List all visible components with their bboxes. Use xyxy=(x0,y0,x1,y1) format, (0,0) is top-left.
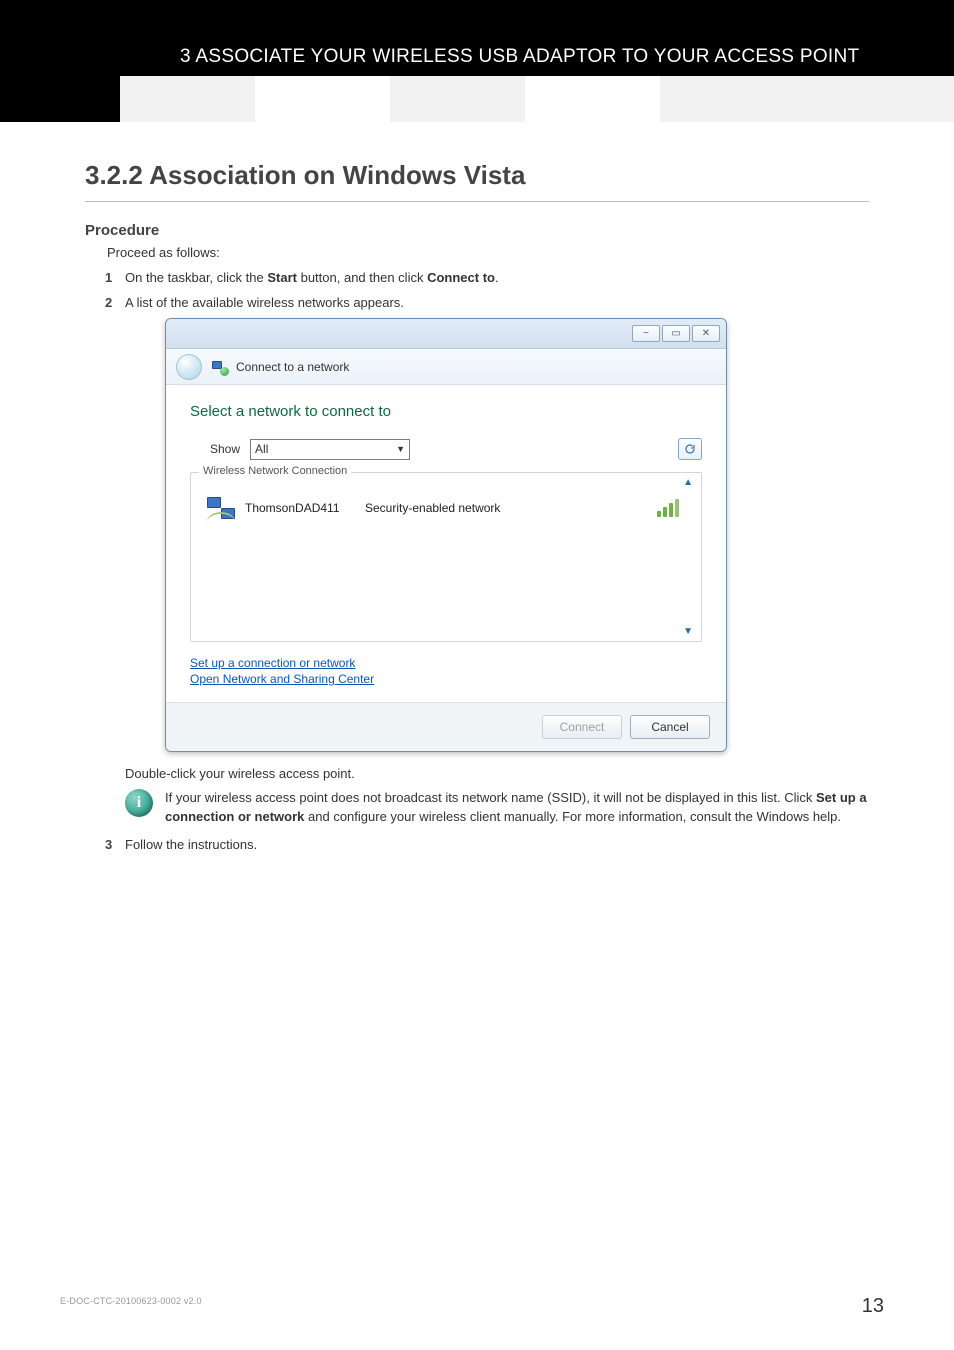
info-icon: i xyxy=(125,789,153,817)
note-fragment: If your wireless access point does not b… xyxy=(165,790,816,805)
connect-button[interactable]: Connect xyxy=(542,715,622,739)
maximize-icon: ▭ xyxy=(671,329,680,339)
minimize-button[interactable]: − xyxy=(632,325,660,342)
procedure-label: Procedure xyxy=(85,222,869,239)
step-text: Follow the instructions. xyxy=(125,837,257,852)
step-text-fragment: . xyxy=(495,270,499,285)
refresh-icon xyxy=(684,443,696,455)
chapter-title: 3 ASSOCIATE YOUR WIRELESS USB ADAPTOR TO… xyxy=(0,46,859,68)
network-name: ThomsonDAD411 xyxy=(245,501,365,515)
show-filter-row: Show All ▼ xyxy=(210,438,702,460)
network-list-panel: Wireless Network Connection ▲ ThomsonDAD… xyxy=(190,472,702,642)
refresh-button[interactable] xyxy=(678,438,702,460)
combobox-value: All xyxy=(255,442,268,456)
step-number: 3 xyxy=(105,837,112,852)
signal-strength-icon xyxy=(657,499,679,517)
two-computers-icon xyxy=(207,497,235,519)
heading-rule xyxy=(85,201,869,202)
double-click-instruction: Double-click your wireless access point. xyxy=(125,766,869,781)
step-bold: Start xyxy=(267,270,297,285)
network-icon xyxy=(212,359,228,375)
tab-segment-light xyxy=(390,76,525,122)
procedure-steps: 1 On the taskbar, click the Start button… xyxy=(105,270,869,852)
network-item[interactable]: ThomsonDAD411 Security-enabled network xyxy=(201,493,691,523)
document-id: E-DOC-CTC-20100623-0002 v2.0 xyxy=(60,1296,202,1306)
scroll-down-icon[interactable]: ▼ xyxy=(683,626,693,637)
screenshot-container: − ▭ ✕ ← Connect to a network Select a ne… xyxy=(165,318,869,752)
step-bold: Connect to xyxy=(427,270,495,285)
step-2: 2 A list of the available wireless netwo… xyxy=(105,295,869,827)
step-1: 1 On the taskbar, click the Start button… xyxy=(105,270,869,285)
window-body: Select a network to connect to Show All … xyxy=(166,385,726,702)
cancel-button[interactable]: Cancel xyxy=(630,715,710,739)
tab-segment-gap xyxy=(255,76,390,122)
note-fragment: and configure your wireless client manua… xyxy=(304,809,841,824)
window-title: Connect to a network xyxy=(236,360,349,374)
header-tab-strip xyxy=(0,76,954,122)
note-text: If your wireless access point does not b… xyxy=(165,789,869,827)
step-text: A list of the available wireless network… xyxy=(125,295,404,310)
tab-segment-light xyxy=(660,76,954,122)
tab-segment-dark xyxy=(0,76,120,122)
step-number: 1 xyxy=(105,270,112,285)
chevron-down-icon: ▼ xyxy=(396,444,405,454)
show-combobox[interactable]: All ▼ xyxy=(250,439,410,460)
page-number: 13 xyxy=(862,1295,884,1318)
show-label: Show xyxy=(210,442,240,456)
tab-segment-gap xyxy=(525,76,660,122)
maximize-button[interactable]: ▭ xyxy=(662,325,690,342)
setup-connection-link[interactable]: Set up a connection or network xyxy=(190,656,702,670)
network-center-link[interactable]: Open Network and Sharing Center xyxy=(190,672,702,686)
network-description: Security-enabled network xyxy=(365,501,657,515)
tab-segment-light xyxy=(120,76,255,122)
window-header-row: ← Connect to a network xyxy=(166,349,726,385)
back-button[interactable]: ← xyxy=(176,354,202,380)
close-button[interactable]: ✕ xyxy=(692,325,720,342)
page-header-bar: 3 ASSOCIATE YOUR WIRELESS USB ADAPTOR TO… xyxy=(0,0,954,76)
arrow-left-icon: ← xyxy=(182,359,196,375)
step-number: 2 xyxy=(105,295,112,310)
group-label: Wireless Network Connection xyxy=(199,465,351,477)
procedure-intro: Proceed as follows: xyxy=(107,245,869,260)
page-content: 3.2.2 Association on Windows Vista Proce… xyxy=(0,122,954,852)
minimize-icon: − xyxy=(643,329,649,339)
scroll-up-icon[interactable]: ▲ xyxy=(683,477,693,488)
step-3: 3 Follow the instructions. xyxy=(105,837,869,852)
window-footer: Connect Cancel xyxy=(166,702,726,751)
info-note: i If your wireless access point does not… xyxy=(125,789,869,827)
step-text-fragment: On the taskbar, click the xyxy=(125,270,267,285)
dialog-heading: Select a network to connect to xyxy=(190,403,702,420)
section-heading: 3.2.2 Association on Windows Vista xyxy=(85,160,869,191)
close-icon: ✕ xyxy=(702,329,710,339)
window-titlebar: − ▭ ✕ xyxy=(166,319,726,349)
step-text-fragment: button, and then click xyxy=(297,270,427,285)
vista-window: − ▭ ✕ ← Connect to a network Select a ne… xyxy=(165,318,727,752)
